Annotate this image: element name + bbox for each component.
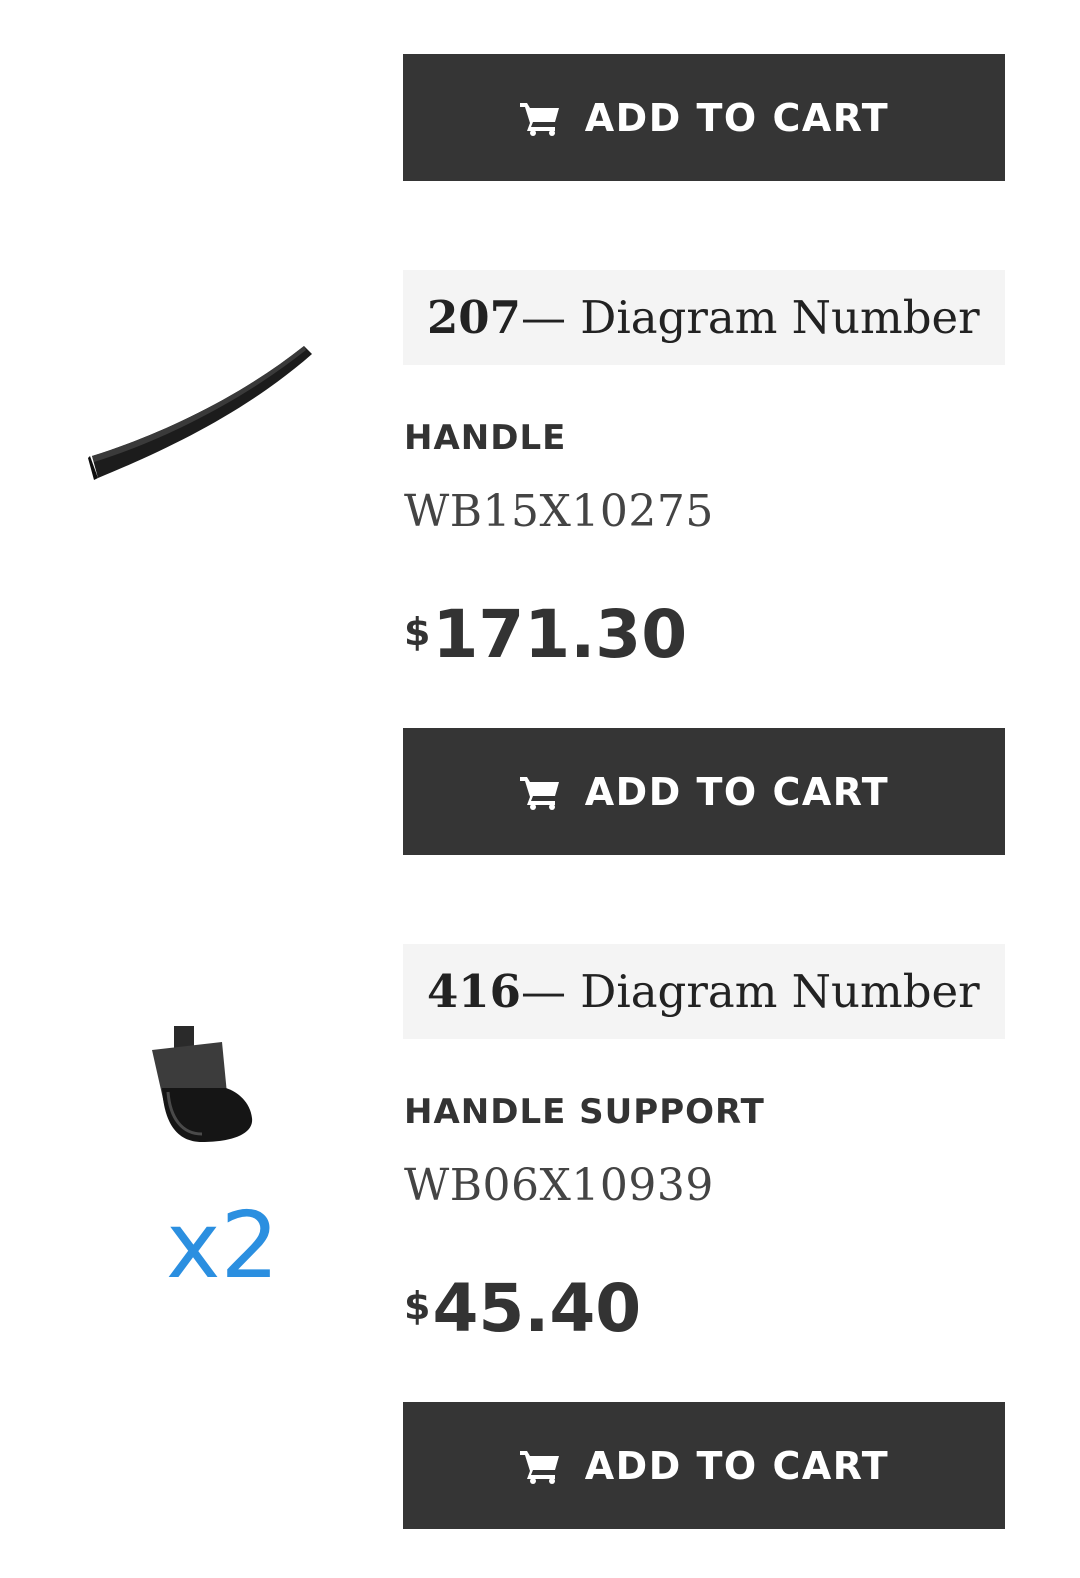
handle-part-image <box>88 346 312 480</box>
shopping-cart-icon <box>519 776 559 810</box>
diagram-number-box: 416 — Diagram Number <box>403 944 1005 1039</box>
add-to-cart-button[interactable]: ADD TO CART <box>403 1402 1005 1529</box>
price-currency: $ <box>404 1284 431 1328</box>
add-to-cart-label: ADD TO CART <box>584 1443 890 1488</box>
shopping-cart-icon <box>519 102 559 136</box>
part-price: $ 171.30 <box>404 602 687 668</box>
part-name: HANDLE SUPPORT <box>404 1092 765 1132</box>
add-to-cart-label: ADD TO CART <box>584 769 890 814</box>
diagram-number-label: — Diagram Number <box>520 291 980 344</box>
part-number: WB15X10275 <box>404 486 714 537</box>
diagram-number: 416 <box>427 965 521 1018</box>
handle-support-part-image <box>152 1026 253 1142</box>
add-to-cart-label: ADD TO CART <box>584 95 890 140</box>
diagram-number-box: 207 — Diagram Number <box>403 270 1005 365</box>
diagram-number-label: — Diagram Number <box>520 965 980 1018</box>
diagram-number: 207 <box>427 291 521 344</box>
shopping-cart-icon <box>519 1450 559 1484</box>
add-to-cart-button[interactable]: ADD TO CART <box>403 728 1005 855</box>
price-amount: 171.30 <box>432 596 688 673</box>
part-number: WB06X10939 <box>404 1160 714 1211</box>
part-price: $ 45.40 <box>404 1276 641 1342</box>
quantity-badge: x2 <box>166 1192 279 1299</box>
price-currency: $ <box>404 610 431 654</box>
add-to-cart-button[interactable]: ADD TO CART <box>403 54 1005 181</box>
part-name: HANDLE <box>404 418 567 458</box>
price-amount: 45.40 <box>432 1270 642 1347</box>
